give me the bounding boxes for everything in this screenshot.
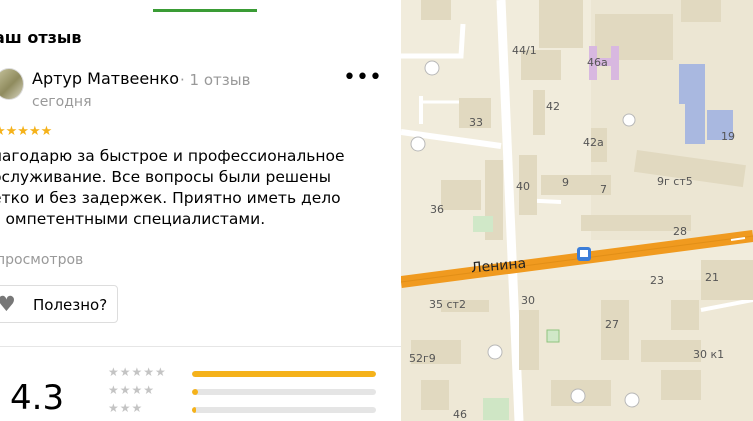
rating-row-3: ★★★ — [108, 401, 378, 418]
map-house-number: 30 к1 — [693, 348, 725, 361]
rating-row-fill — [192, 389, 198, 395]
divider — [0, 346, 401, 347]
map-house-number: 42 — [546, 100, 560, 113]
rating-row-5: ★★★★★ — [108, 365, 378, 382]
map-house-number: 46а — [587, 56, 608, 69]
rating-row-stars: ★★★★ — [108, 383, 156, 397]
more-dots-icon[interactable]: ••• — [343, 67, 382, 96]
rating-row-4: ★★★★ — [108, 383, 378, 400]
helpful-label: Полезно? — [33, 296, 108, 314]
map-house-number: 44/1 — [512, 44, 537, 57]
author-review-count: · 1 отзыв — [180, 71, 251, 89]
rating-row-fill — [192, 371, 376, 377]
map-house-number: 46 — [453, 408, 467, 421]
rating-row-fill — [192, 407, 196, 413]
map-house-number: 9 — [562, 176, 569, 189]
rating-row-bar — [192, 407, 376, 413]
helpful-button[interactable]: ♥ Полезно? — [0, 285, 118, 323]
views-count: просмотров — [0, 252, 84, 268]
map-house-number: 52г9 — [409, 352, 436, 365]
rating-row-bar — [192, 371, 376, 377]
rating-row-stars: ★★★ — [108, 401, 144, 415]
rating-row-bar — [192, 389, 376, 395]
author-name[interactable]: Артур Матвеенко — [32, 69, 179, 88]
rating-value: 4.3 — [10, 378, 65, 418]
map-house-number: 21 — [705, 271, 719, 284]
active-tab-indicator — [153, 9, 257, 12]
map-house-number: 35 ст2 — [429, 298, 466, 311]
map-house-number: 36 — [430, 203, 444, 216]
heart-icon: ♥ — [0, 292, 16, 316]
map-house-number: 23 — [650, 274, 664, 287]
review-text: лагодарю за быстрое и профессиональное б… — [0, 147, 345, 228]
map-house-number: 40 — [516, 180, 530, 193]
rating-row-stars: ★★★★★ — [108, 365, 167, 379]
avatar[interactable] — [0, 68, 24, 100]
map-house-number: 30 — [521, 294, 535, 307]
map-house-number: 33 — [469, 116, 483, 129]
map-house-number: 19 — [721, 130, 735, 143]
map-house-number: 28 — [673, 225, 687, 238]
map-house-number: 42а — [583, 136, 604, 149]
map-house-number: 27 — [605, 318, 619, 331]
map-house-number: 9г ст5 — [657, 175, 693, 188]
review-stars: ★★★★★ — [0, 124, 53, 139]
section-title: аш отзыв — [0, 28, 82, 47]
review-date: сегодня — [32, 94, 92, 110]
map-house-number: 7 — [600, 183, 607, 196]
review-panel: аш отзыв Артур Матвеенко · 1 отзыв сегод… — [0, 0, 401, 421]
map[interactable]: Ленина 44/1 46а 42 33 42а 19 40 9 7 9г с… — [401, 0, 753, 421]
